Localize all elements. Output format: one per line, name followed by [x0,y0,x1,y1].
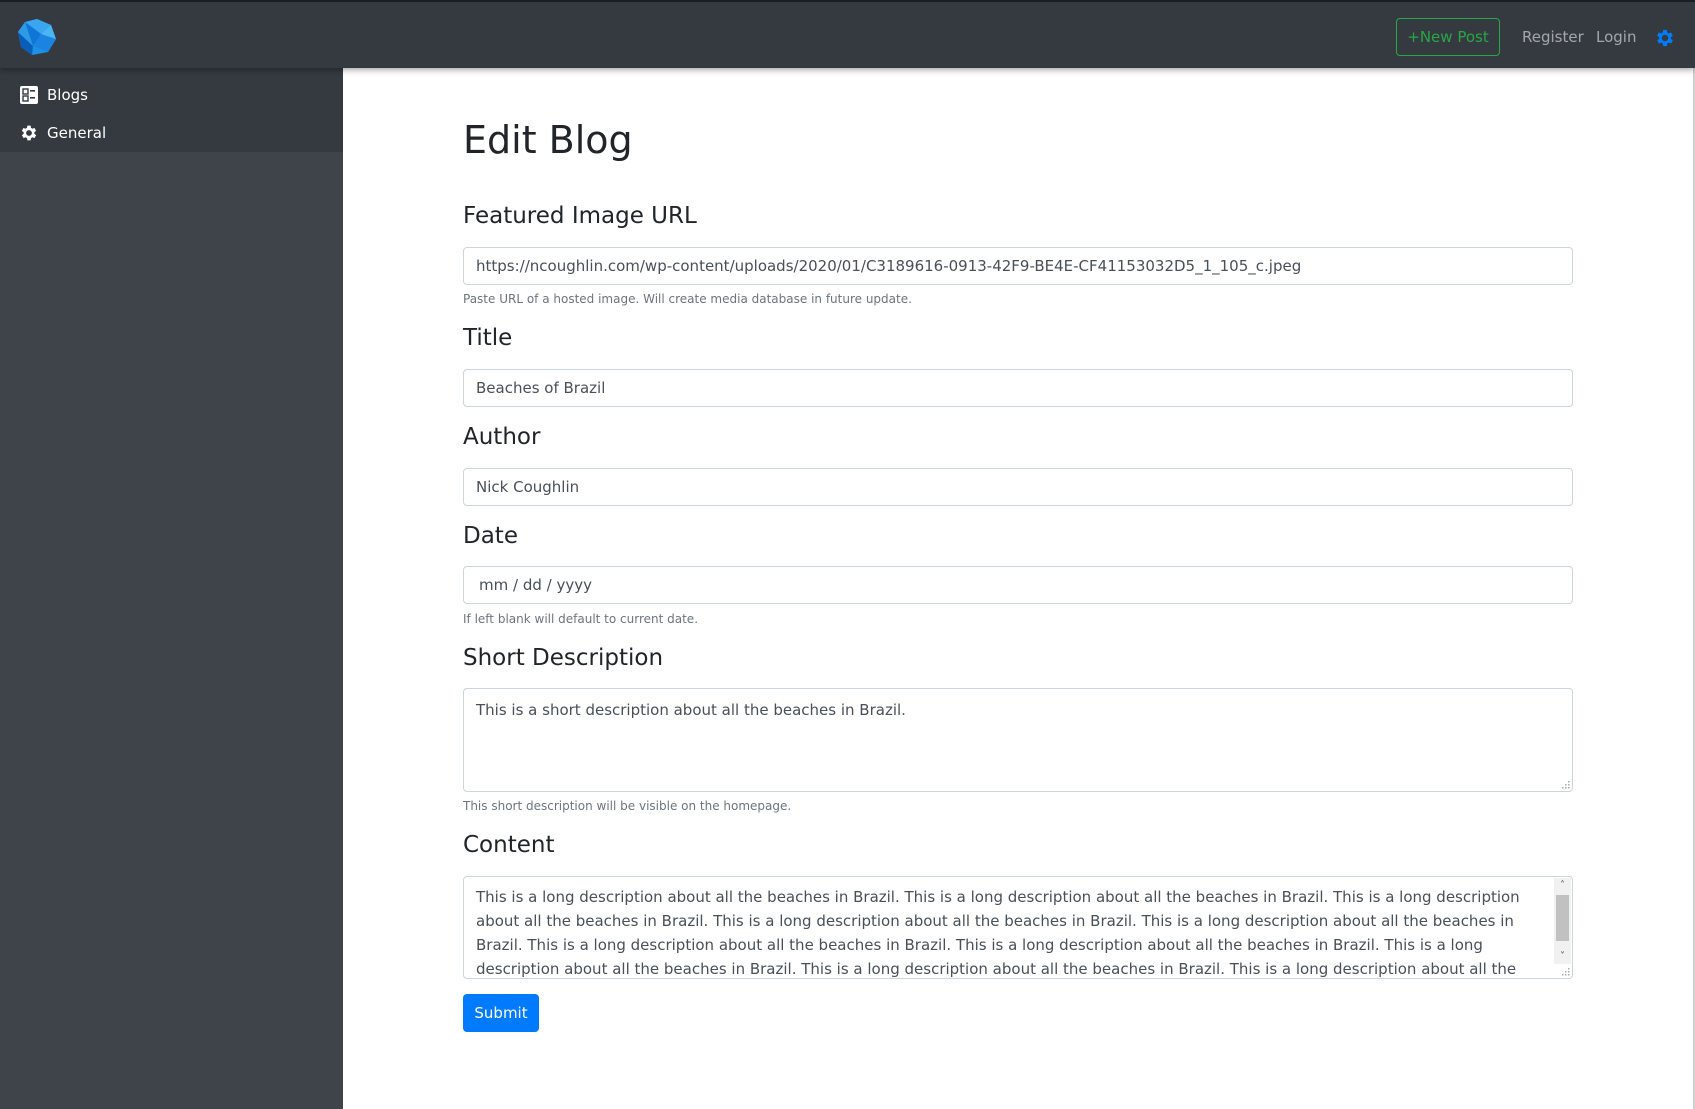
featured-image-help: Paste URL of a hosted image. Will create… [463,292,912,306]
sidebar-item-label: General [47,124,107,142]
short-description-text: This is a short description about all th… [476,701,906,719]
content-text: This is a long description about all the… [476,888,1520,978]
content-scrollbar[interactable]: ˄ ˅ [1554,878,1571,964]
sidebar-item-general[interactable]: General [0,114,343,152]
short-description-label: Short Description [463,645,664,671]
page-title: Edit Blog [463,118,633,162]
title-label: Title [463,325,513,351]
scrollbar-thumb[interactable] [1556,895,1569,941]
resize-grip-icon[interactable] [1562,781,1570,789]
new-post-button[interactable]: +New Post [1396,18,1500,56]
sidebar-item-label: Blogs [47,86,88,104]
login-link[interactable]: Login [1596,28,1636,46]
featured-image-label: Featured Image URL [463,203,697,229]
scroll-up-arrow-icon[interactable]: ˄ [1554,878,1571,893]
sidebar: Blogs General [0,68,343,1109]
top-navbar: +New Post Register Login [0,0,1695,68]
sidebar-menu: Blogs General [0,68,343,152]
author-label: Author [463,424,541,450]
date-label: Date [463,523,518,549]
author-input[interactable]: Nick Coughlin [463,468,1573,506]
gem-logo-icon[interactable] [17,18,57,56]
content-textarea[interactable]: This is a long description about all the… [463,876,1573,979]
sidebar-item-blogs[interactable]: Blogs [0,76,343,114]
gear-icon [21,125,37,141]
date-placeholder: mm / dd / yyyy [479,576,592,594]
submit-button[interactable]: Submit [463,994,539,1032]
short-description-help: This short description will be visible o… [463,799,792,813]
title-input[interactable]: Beaches of Brazil [463,369,1573,407]
date-help: If left blank will default to current da… [463,612,699,626]
scroll-down-arrow-icon[interactable]: ˅ [1554,949,1571,964]
register-link[interactable]: Register [1522,28,1584,46]
date-input[interactable]: mm / dd / yyyy [463,566,1573,604]
resize-grip-icon[interactable] [1562,968,1570,976]
list-icon [20,86,38,104]
featured-image-url-input[interactable]: https://ncoughlin.com/wp-content/uploads… [463,247,1573,285]
settings-gear-icon[interactable] [1654,27,1676,49]
short-description-textarea[interactable]: This is a short description about all th… [463,688,1573,792]
content-label: Content [463,832,555,858]
